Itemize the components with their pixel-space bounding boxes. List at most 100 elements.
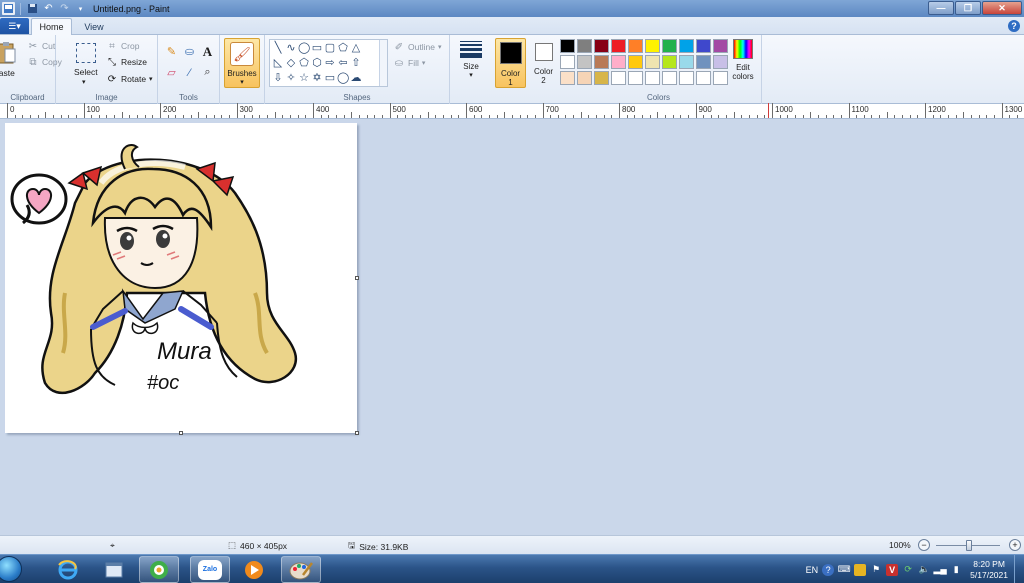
color-picker-icon[interactable]: ⁄: [182, 65, 197, 80]
flag-tray-icon[interactable]: ⚑: [870, 564, 882, 576]
zalo-taskbar-icon[interactable]: Zalo: [190, 556, 230, 583]
file-menu-button[interactable]: ☰▾: [0, 18, 29, 34]
yellow-tray-icon[interactable]: [854, 563, 867, 576]
notepad-taskbar-icon[interactable]: [94, 556, 134, 583]
color1-label: Color: [500, 69, 521, 78]
brushes-button[interactable]: 🖌 Brushes ▾: [224, 38, 260, 88]
pentagon-shape-icon[interactable]: ⬠: [298, 57, 310, 69]
polygon-shape-icon[interactable]: ⬠: [337, 42, 349, 54]
fill-bucket-icon[interactable]: ⛀: [182, 44, 197, 59]
ruler-minor-tick: [802, 115, 804, 118]
select-button[interactable]: Select: [74, 67, 98, 77]
keyboard-tray-icon[interactable]: ⌨: [838, 564, 851, 576]
resize-handle-bottom[interactable]: [179, 431, 183, 435]
select-label: Select: [74, 67, 98, 77]
six-point-star-shape-icon[interactable]: ✡: [311, 72, 323, 84]
cloud-callout-shape-icon[interactable]: ☁: [350, 72, 362, 84]
canvas-workspace[interactable]: Mura #oc: [0, 119, 1024, 535]
help-icon[interactable]: ?: [1008, 20, 1020, 32]
media-player-taskbar-icon[interactable]: [234, 556, 274, 583]
triangle-shape-icon[interactable]: △: [350, 42, 362, 54]
color1-button[interactable]: Color 1: [495, 38, 526, 88]
color2-number: 2: [541, 76, 546, 85]
close-button[interactable]: ✕: [982, 1, 1022, 15]
customize-qat-icon[interactable]: ▾: [74, 2, 87, 15]
right-triangle-shape-icon[interactable]: ◺: [272, 57, 284, 69]
antivirus-tray-icon[interactable]: V: [886, 563, 899, 576]
ruler-minor-tick: [443, 115, 445, 118]
up-arrow-shape-icon[interactable]: ⇧: [350, 57, 362, 69]
rounded-rectangle-shape-icon[interactable]: ▢: [324, 42, 336, 54]
undo-icon[interactable]: ↶: [42, 2, 55, 15]
oval-callout-shape-icon[interactable]: ◯: [337, 72, 349, 84]
text-tool-icon[interactable]: A: [200, 44, 215, 59]
paste-button[interactable]: Paste: [0, 41, 16, 78]
hexagon-shape-icon[interactable]: ⬡: [311, 57, 323, 69]
select-icon[interactable]: [76, 43, 96, 63]
pencil-icon[interactable]: ✎: [164, 44, 179, 59]
resize-handle-corner[interactable]: [355, 431, 359, 435]
magnifier-icon[interactable]: ⌕: [200, 65, 215, 80]
shapes-gallery[interactable]: ╲ ∿ ◯ ▭ ▢ ⬠ △ ◺ ◇ ⬠ ⬡ ⇨ ⇦ ⇧ ⇩ ✧ ☆ ✡ ▭ ◯ …: [269, 39, 388, 87]
outline-button[interactable]: ✐ Outline ▾: [393, 41, 442, 53]
restore-button[interactable]: ❐: [955, 1, 981, 15]
four-point-star-shape-icon[interactable]: ✧: [285, 72, 297, 84]
diamond-shape-icon[interactable]: ◇: [285, 57, 297, 69]
select-dropdown-icon[interactable]: ▾: [82, 78, 86, 86]
help-tray-icon[interactable]: ?: [822, 563, 835, 576]
shapes-scrollbar[interactable]: [379, 40, 387, 86]
color2-button[interactable]: Color 2: [528, 38, 559, 88]
paint-taskbar-icon[interactable]: [281, 556, 321, 583]
redo-icon[interactable]: ↷: [58, 2, 71, 15]
ruler-minor-tick: [366, 115, 368, 118]
network-app-tray-icon[interactable]: ⟳: [902, 564, 914, 576]
zoom-slider[interactable]: [936, 540, 1000, 551]
ruler-minor-tick: [397, 115, 399, 118]
right-arrow-shape-icon[interactable]: ⇨: [324, 57, 336, 69]
cut-button[interactable]: ✂ Cut: [27, 40, 55, 52]
system-tray: EN ? ⌨ ⚑ V ⟳ 🔈 ▂▄ ▮ 8:20 PM 5/17/2021: [804, 555, 1024, 583]
save-icon[interactable]: [26, 2, 39, 15]
line-shape-icon[interactable]: ╲: [272, 42, 284, 54]
fill-icon: ⛀: [394, 57, 404, 69]
show-desktop-button[interactable]: [1014, 555, 1024, 583]
resize-button[interactable]: ⤡ Resize: [106, 56, 147, 68]
size-button[interactable]: Size ▾: [456, 39, 486, 89]
eraser-icon[interactable]: ▱: [164, 65, 179, 80]
ruler-major-tick: [695, 103, 697, 118]
zoom-out-button[interactable]: −: [918, 539, 930, 551]
green-app-taskbar-icon[interactable]: [139, 556, 179, 583]
minimize-button[interactable]: —: [928, 1, 954, 15]
power-icon[interactable]: ▮: [950, 564, 962, 576]
five-point-star-shape-icon[interactable]: ☆: [298, 72, 310, 84]
tab-view[interactable]: View: [76, 18, 112, 35]
language-indicator[interactable]: EN: [806, 564, 819, 576]
clock[interactable]: 8:20 PM 5/17/2021: [970, 559, 1008, 581]
resize-handle-right[interactable]: [355, 276, 359, 280]
ruler-minor-tick: [641, 115, 643, 118]
crop-button[interactable]: ⌗ Crop: [106, 40, 139, 52]
drawing-canvas[interactable]: Mura #oc: [5, 123, 359, 435]
curve-shape-icon[interactable]: ∿: [285, 42, 297, 54]
tab-home[interactable]: Home: [31, 18, 72, 35]
rotate-button[interactable]: ⟳ Rotate ▾: [106, 73, 153, 85]
down-arrow-shape-icon[interactable]: ⇩: [272, 72, 284, 84]
zoom-thumb[interactable]: [966, 540, 972, 551]
internet-explorer-taskbar-icon[interactable]: [48, 556, 88, 583]
rotate-icon: ⟳: [107, 73, 117, 85]
rect-callout-shape-icon[interactable]: ▭: [324, 72, 336, 84]
brush-icon: 🖌: [230, 42, 254, 66]
cursor-position-icon: ⌖: [110, 540, 115, 550]
size-line-2: [460, 44, 482, 46]
ruler-minor-tick: [588, 115, 590, 118]
ruler-minor-tick: [947, 115, 949, 118]
fill-button[interactable]: ⛀ Fill ▾: [393, 57, 426, 69]
left-arrow-shape-icon[interactable]: ⇦: [337, 57, 349, 69]
paint-app-icon[interactable]: [2, 2, 15, 15]
volume-icon[interactable]: 🔈: [918, 564, 930, 576]
rectangle-shape-icon[interactable]: ▭: [311, 42, 323, 54]
start-button[interactable]: [0, 556, 22, 582]
signal-icon[interactable]: ▂▄: [934, 564, 947, 576]
oval-shape-icon[interactable]: ◯: [298, 42, 310, 54]
zoom-in-button[interactable]: +: [1009, 539, 1021, 551]
